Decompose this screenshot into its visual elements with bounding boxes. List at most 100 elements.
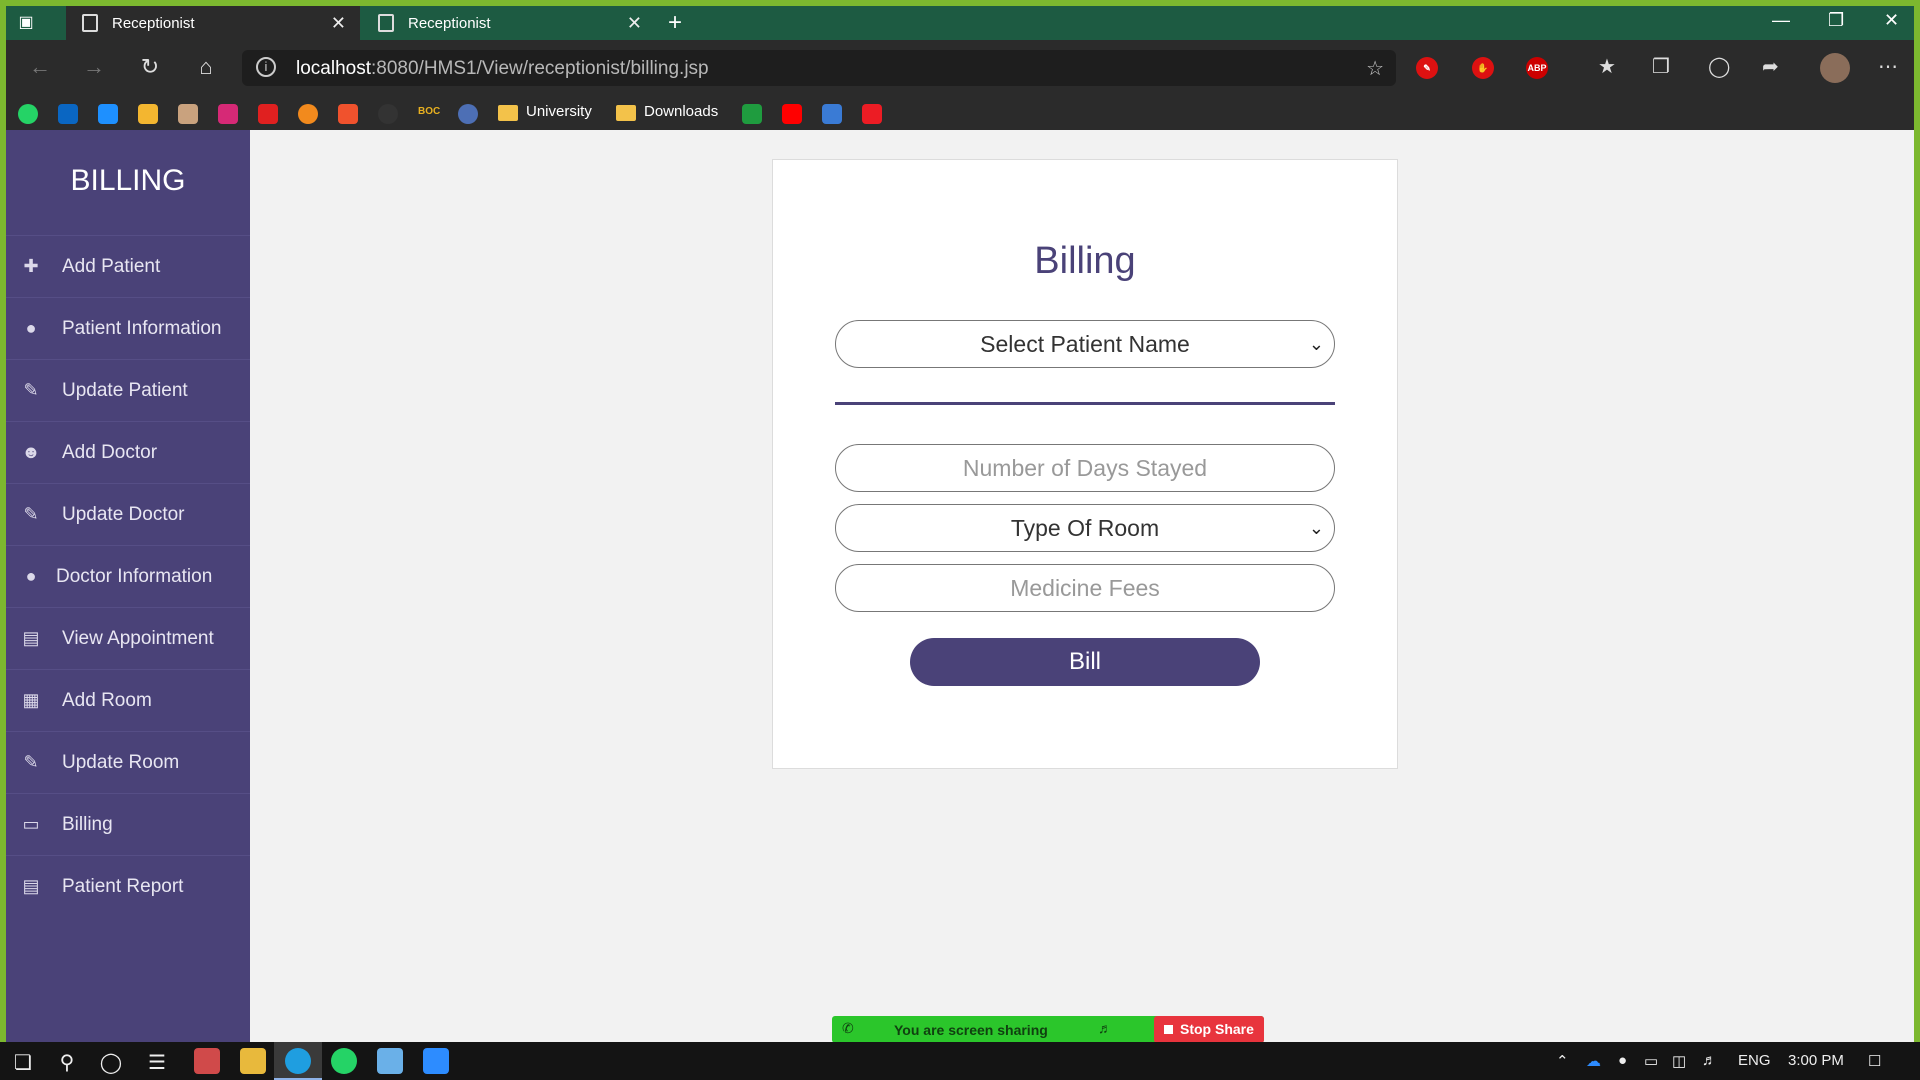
close-tab-icon[interactable]: ✕ xyxy=(331,13,346,34)
collections-icon[interactable]: ❐ xyxy=(1652,54,1670,79)
sidebar-item-patient-report[interactable]: ▤ Patient Report xyxy=(6,855,250,917)
dark-circle-icon[interactable] xyxy=(378,104,398,124)
days-stayed-input[interactable]: Number of Days Stayed xyxy=(835,444,1335,492)
sidebar-item-view-appointment[interactable]: ▤ View Appointment xyxy=(6,607,250,669)
add-favorite-icon[interactable]: ☆ xyxy=(1366,56,1384,81)
shopping-icon[interactable] xyxy=(338,104,358,124)
medicine-fees-input[interactable]: Medicine Fees xyxy=(835,564,1335,612)
url-text: localhost:8080/HMS1/View/receptionist/bi… xyxy=(296,58,709,80)
sidebar-item-label: Add Room xyxy=(62,689,152,711)
patient-name-select[interactable]: Select Patient Name ⌄ xyxy=(835,320,1335,368)
globe-icon[interactable] xyxy=(458,104,478,124)
forward-icon[interactable]: → xyxy=(80,54,108,80)
whatsapp-icon[interactable] xyxy=(331,1048,357,1074)
share-icon[interactable]: ➦ xyxy=(1762,54,1779,79)
linkedin-icon[interactable] xyxy=(58,104,78,124)
sidebar-item-label: Patient Information xyxy=(62,317,222,339)
film-icon[interactable] xyxy=(138,104,158,124)
tab-actions-icon[interactable]: ▣ xyxy=(14,12,38,34)
pencil-icon: ✎ xyxy=(23,752,39,772)
search-icon[interactable]: ⚲ xyxy=(52,1050,82,1075)
notifications-icon[interactable]: ☐ xyxy=(1868,1052,1881,1070)
sidebar-item-label: Update Room xyxy=(62,751,180,773)
extension-pen-icon[interactable]: ✎ xyxy=(1416,57,1438,79)
favorites-icon[interactable]: ★ xyxy=(1598,54,1616,79)
virtualbox-icon[interactable] xyxy=(377,1048,403,1074)
network-icon[interactable]: ◫ xyxy=(1672,1052,1686,1070)
restore-icon[interactable]: ❐ xyxy=(1828,10,1844,31)
billing-form: Billing Select Patient Name ⌄ Number of … xyxy=(772,159,1398,769)
sidebar-item-doctor-information[interactable]: ● Doctor Information xyxy=(6,545,250,607)
video-icon[interactable] xyxy=(98,104,118,124)
close-window-icon[interactable]: ✕ xyxy=(1884,10,1899,31)
bookmarks-bar: BOC University Downloads xyxy=(6,96,1914,130)
task-view-icon[interactable]: ☰ xyxy=(142,1050,172,1075)
clock[interactable]: 3:00 PM xyxy=(1788,1052,1844,1069)
sidebar-item-patient-information[interactable]: ● Patient Information xyxy=(6,297,250,359)
users-icon: ● xyxy=(25,318,37,338)
microphone-icon[interactable]: ● xyxy=(1618,1052,1627,1069)
tab-receptionist[interactable]: Receptionist ✕ xyxy=(362,6,656,40)
site-info-icon[interactable]: i xyxy=(256,57,276,77)
app-page: BILLING ✚ Add Patient ● Patient Informat… xyxy=(6,130,1914,1042)
sidebar-item-update-doctor[interactable]: ✎ Update Doctor xyxy=(6,483,250,545)
sidebar-item-update-room[interactable]: ✎ Update Room xyxy=(6,731,250,793)
volume-icon[interactable]: ♬ xyxy=(1702,1052,1717,1069)
browser-toolbar: ← → ↻ ⌂ i localhost:8080/HMS1/View/recep… xyxy=(6,40,1914,96)
address-bar[interactable]: i localhost:8080/HMS1/View/receptionist/… xyxy=(242,50,1396,86)
new-tab-button[interactable]: + xyxy=(668,9,682,37)
photo-icon[interactable] xyxy=(178,104,198,124)
close-tab-icon[interactable]: ✕ xyxy=(627,13,642,34)
fiverr-icon[interactable] xyxy=(742,104,762,124)
refresh-icon[interactable]: ↻ xyxy=(136,54,164,80)
profile-avatar[interactable] xyxy=(1820,53,1850,83)
url-host: localhost xyxy=(296,58,371,79)
bookmark-downloads[interactable]: Downloads xyxy=(644,103,718,120)
huawei-icon[interactable] xyxy=(258,104,278,124)
adblock-icon[interactable]: ABP xyxy=(1526,57,1548,79)
onedrive-icon[interactable]: ☁ xyxy=(1586,1052,1601,1070)
more-icon[interactable]: ⋯ xyxy=(1878,54,1898,79)
share-status-text: You are screen sharing xyxy=(894,1022,1048,1038)
edge-icon[interactable] xyxy=(285,1048,311,1074)
battery-icon[interactable]: ▭ xyxy=(1644,1052,1658,1070)
app-icon[interactable] xyxy=(194,1048,220,1074)
boc-bookmark[interactable]: BOC xyxy=(418,106,440,117)
language-indicator[interactable]: ENG xyxy=(1738,1052,1771,1069)
url-path: :8080/HMS1/View/receptionist/billing.jsp xyxy=(371,58,709,79)
cortana-icon[interactable]: ◯ xyxy=(96,1050,126,1075)
home-icon[interactable]: ⌂ xyxy=(192,54,220,80)
stop-share-button[interactable]: Stop Share xyxy=(1154,1016,1264,1043)
sidebar-item-add-room[interactable]: ▦ Add Room xyxy=(6,669,250,731)
room-type-select[interactable]: Type Of Room ⌄ xyxy=(835,504,1335,552)
sidebar-item-add-doctor[interactable]: ☻ Add Doctor xyxy=(6,421,250,483)
sidebar-item-label: View Appointment xyxy=(62,627,214,649)
daraz-icon[interactable] xyxy=(298,104,318,124)
zoom-icon[interactable] xyxy=(423,1048,449,1074)
document-icon: ▤ xyxy=(22,628,40,648)
youtube-icon[interactable] xyxy=(782,104,802,124)
whatsapp-icon[interactable] xyxy=(18,104,38,124)
xcode-icon[interactable] xyxy=(822,104,842,124)
sidebar-item-add-patient[interactable]: ✚ Add Patient xyxy=(6,235,250,297)
chevron-down-icon: ⌄ xyxy=(1308,518,1324,538)
sidebar-item-label: Add Patient xyxy=(62,255,161,277)
sidebar-item-billing[interactable]: ▭ Billing xyxy=(6,793,250,855)
bookmark-university[interactable]: University xyxy=(526,103,592,120)
room-type-value: Type Of Room xyxy=(1010,515,1160,541)
adobe-icon[interactable] xyxy=(862,104,882,124)
browser-essentials-icon[interactable]: ◯ xyxy=(1708,54,1730,79)
minimize-icon[interactable]: — xyxy=(1772,10,1790,31)
file-explorer-icon[interactable] xyxy=(240,1048,266,1074)
extension-hand-icon[interactable]: ✋ xyxy=(1472,57,1494,79)
document-icon: ▤ xyxy=(22,876,40,896)
windows-start-icon[interactable]: ❏ xyxy=(8,1050,38,1075)
sidebar-item-update-patient[interactable]: ✎ Update Patient xyxy=(6,359,250,421)
taskbar: ❏ ⚲ ◯ ☰ ⌃ ☁ ● ▭ ◫ ♬ ENG 3:00 PM ☐ xyxy=(0,1042,1920,1080)
instagram-icon[interactable] xyxy=(218,104,238,124)
back-icon[interactable]: ← xyxy=(26,54,54,80)
speaker-icon[interactable]: ♬ xyxy=(1098,1020,1112,1036)
tab-receptionist-active[interactable]: Receptionist ✕ xyxy=(66,6,360,40)
chevron-up-icon[interactable]: ⌃ xyxy=(1556,1052,1569,1070)
bill-button[interactable]: Bill xyxy=(910,638,1260,686)
